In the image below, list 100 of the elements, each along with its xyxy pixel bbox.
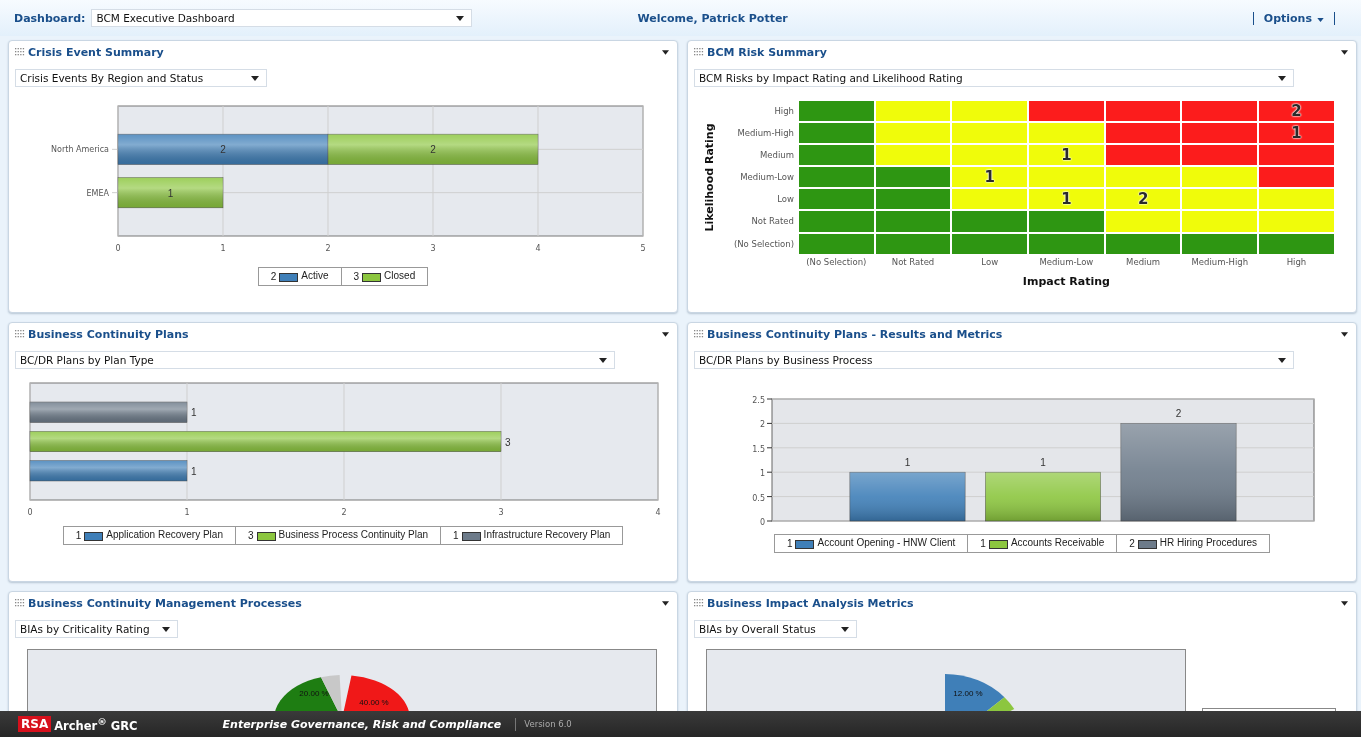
panel-title: Business Continuity Plans - Results and Metrics xyxy=(707,327,1003,341)
matrix-cell[interactable] xyxy=(798,122,875,145)
legend-label: Infrastructure Recovery Plan xyxy=(483,530,611,540)
drag-handle-icon[interactable] xyxy=(694,599,704,607)
matrix-cell[interactable] xyxy=(951,100,1029,123)
matrix-cell[interactable] xyxy=(874,166,952,189)
matrix-cell[interactable] xyxy=(1258,232,1335,255)
dashboard-select[interactable]: BCM Executive Dashboard xyxy=(91,9,473,27)
matrix-cell[interactable]: 1 xyxy=(1028,144,1105,167)
row-label: Medium xyxy=(759,149,795,163)
matrix-cell[interactable] xyxy=(1104,144,1182,167)
matrix-cell[interactable] xyxy=(1181,232,1259,255)
matrix-cell[interactable] xyxy=(874,100,952,123)
report-select[interactable]: Crisis Events By Region and Status xyxy=(15,69,267,87)
drag-handle-icon[interactable] xyxy=(15,330,25,338)
panel-title: Crisis Event Summary xyxy=(28,45,164,59)
matrix-cell[interactable] xyxy=(798,166,875,189)
report-select[interactable]: BC/DR Plans by Plan Type xyxy=(15,351,615,369)
matrix-cell[interactable] xyxy=(1181,122,1259,145)
data-label: 2 xyxy=(220,144,226,156)
matrix-cell[interactable] xyxy=(798,232,875,255)
matrix-cell[interactable] xyxy=(951,144,1029,167)
report-select[interactable]: BIAs by Criticality Rating xyxy=(15,620,178,638)
axis-tick-label: 4 xyxy=(535,244,541,253)
matrix-cell[interactable] xyxy=(1104,210,1182,233)
legend-label: Active xyxy=(301,271,329,281)
matrix-cell[interactable] xyxy=(798,144,875,167)
matrix-cell[interactable] xyxy=(951,188,1029,211)
caret-icon xyxy=(841,627,849,632)
panel-menu-icon[interactable] xyxy=(662,49,669,55)
matrix-cell[interactable] xyxy=(951,232,1029,255)
panel-menu-icon[interactable] xyxy=(1341,600,1348,606)
row-label: Medium-High xyxy=(736,127,795,141)
matrix-cell[interactable] xyxy=(874,188,952,211)
panel-menu-icon[interactable] xyxy=(662,600,669,606)
axis-tick-label: 4 xyxy=(655,508,661,517)
matrix-cell[interactable] xyxy=(798,188,875,211)
matrix-cell[interactable] xyxy=(1104,100,1182,123)
legend-count: 3 xyxy=(247,530,254,541)
matrix-cell[interactable] xyxy=(1181,144,1259,167)
matrix-cell[interactable] xyxy=(1028,210,1105,233)
data-label: 1 xyxy=(191,407,197,419)
matrix-cell[interactable] xyxy=(951,122,1029,145)
axis-tick-label: 0 xyxy=(759,518,765,527)
axis-tick-label: 1 xyxy=(759,469,765,479)
matrix-cell[interactable] xyxy=(1258,210,1335,233)
matrix-cell[interactable] xyxy=(874,144,952,167)
slice-label: 20.00 % xyxy=(299,689,329,698)
legend-count: 1 xyxy=(980,538,986,549)
report-select[interactable]: BIAs by Overall Status xyxy=(694,620,857,638)
drag-handle-icon[interactable] xyxy=(694,48,704,56)
matrix-cell[interactable]: 2 xyxy=(1258,100,1335,123)
options-menu[interactable]: Options xyxy=(1252,11,1335,25)
matrix-cell[interactable]: 1 xyxy=(1258,122,1335,145)
legend-count: 1 xyxy=(453,530,459,541)
matrix-cell[interactable] xyxy=(1258,144,1335,167)
data-label: 1 xyxy=(1040,457,1046,469)
matrix-cell[interactable] xyxy=(1181,166,1259,189)
matrix-cell[interactable] xyxy=(1181,188,1259,211)
drag-handle-icon[interactable] xyxy=(15,599,25,607)
panel-menu-icon[interactable] xyxy=(1341,331,1348,337)
matrix-cell[interactable] xyxy=(1104,122,1182,145)
axis-tick-label: 5 xyxy=(640,244,646,253)
matrix-cell[interactable]: 1 xyxy=(951,166,1029,189)
matrix-cell[interactable] xyxy=(951,210,1029,233)
axis-tick-label: 3 xyxy=(498,508,504,517)
matrix-cell[interactable] xyxy=(798,100,875,123)
drag-handle-icon[interactable] xyxy=(15,48,25,56)
report-select[interactable]: BC/DR Plans by Business Process xyxy=(694,351,1294,369)
column-label: Medium-High xyxy=(1190,255,1250,269)
matrix-cell[interactable] xyxy=(1028,122,1105,145)
axis-category-label: EMEA xyxy=(86,188,109,198)
matrix-cell[interactable]: 2 xyxy=(1104,188,1182,211)
matrix-cell[interactable] xyxy=(798,210,875,233)
panel-menu-icon[interactable] xyxy=(662,331,669,337)
legend-count: 1 xyxy=(786,538,793,549)
report-select[interactable]: BCM Risks by Impact Rating and Likelihood Rating xyxy=(694,69,1294,87)
data-label: 1 xyxy=(191,465,197,477)
matrix-cell[interactable]: 1 xyxy=(1028,188,1105,211)
matrix-cell[interactable] xyxy=(1028,166,1105,189)
matrix-cell[interactable] xyxy=(1258,166,1335,189)
matrix-cell[interactable] xyxy=(1258,188,1335,211)
row-label: Medium-Low xyxy=(739,171,795,185)
caret-icon xyxy=(1278,76,1286,81)
matrix-cell[interactable] xyxy=(1028,100,1105,123)
matrix-cell[interactable] xyxy=(874,210,952,233)
matrix-cell[interactable] xyxy=(1181,100,1259,123)
data-label: 1 xyxy=(167,187,174,199)
legend-count: 2 xyxy=(1129,538,1135,549)
drag-handle-icon[interactable] xyxy=(694,330,704,338)
slice-label: 12.00 % xyxy=(953,689,983,698)
matrix-cell[interactable] xyxy=(1181,210,1259,233)
panel-title: BCM Risk Summary xyxy=(707,45,827,59)
axis-tick-label: 0 xyxy=(115,244,121,253)
matrix-cell[interactable] xyxy=(1104,166,1182,189)
panel-menu-icon[interactable] xyxy=(1341,49,1348,55)
data-label: 2 xyxy=(1175,408,1182,420)
matrix-cell[interactable] xyxy=(1028,232,1105,255)
matrix-cell[interactable] xyxy=(874,122,952,145)
axis-category-label: North America xyxy=(51,145,109,155)
